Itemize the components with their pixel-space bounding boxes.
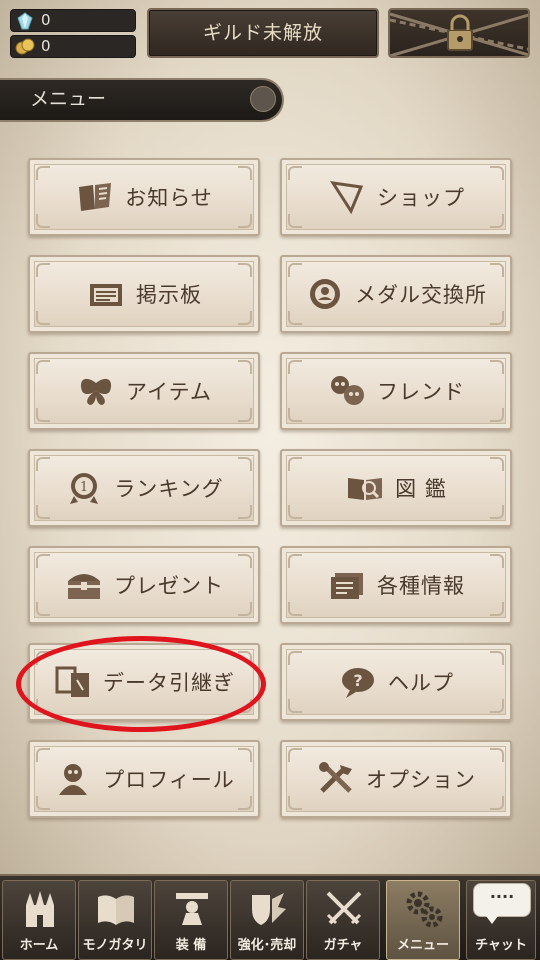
menu-button-friends[interactable]: フレンド	[280, 352, 512, 430]
menu-button-label: お知らせ	[125, 186, 213, 210]
crossed-swords-icon	[326, 891, 362, 925]
chat-label: チャット	[475, 938, 527, 953]
menu-button-news[interactable]: お知らせ	[28, 158, 260, 236]
menu-button-label: 図 鑑	[395, 477, 447, 501]
friends-icon	[331, 376, 364, 405]
menu-button-label: ランキング	[114, 477, 224, 501]
help-icon: ?	[342, 668, 374, 698]
ranking-icon: 1	[70, 473, 99, 504]
menu-button-options[interactable]: オプション	[280, 740, 512, 818]
nav-label: ホーム	[19, 938, 59, 953]
nav-item-gacha[interactable]: ガチャ	[306, 880, 380, 960]
menu-button-label: ヘルプ	[388, 671, 454, 695]
top-bar: 0 0 ギルド未解放	[0, 0, 540, 70]
gem-count: 0	[41, 11, 51, 29]
menu-button-label: プロフィール	[103, 768, 235, 792]
nav-label: ガチャ	[323, 938, 363, 953]
svg-text:1: 1	[80, 480, 88, 495]
castle-icon	[26, 891, 54, 927]
shop-icon	[329, 181, 364, 215]
menu-button-info[interactable]: 各種情報	[280, 546, 512, 624]
menu-button-label: プレゼント	[114, 574, 224, 598]
nav-item-home[interactable]: ホーム	[2, 880, 76, 960]
nav-label: モノガタリ	[82, 938, 148, 953]
nav-label: 強化･売却	[237, 938, 297, 953]
coin-counter: 0	[10, 35, 136, 58]
gem-counter: 0	[10, 9, 136, 32]
menu-button-label: アイテム	[126, 380, 212, 404]
enhance-sell-icon	[252, 893, 286, 925]
chat-button[interactable]: ···· チャット	[466, 880, 536, 960]
menu-button-label: データ引継ぎ	[103, 671, 235, 695]
news-icon	[79, 183, 112, 211]
menu-button-label: フレンド	[377, 380, 465, 404]
menu-button-label: オプション	[366, 768, 476, 792]
menu-button-help[interactable]: ? ヘルプ	[280, 643, 512, 721]
nav-item-equipment[interactable]: 装 備	[154, 880, 228, 960]
menu-button-label: ショップ	[377, 186, 465, 210]
coins-icon	[15, 38, 35, 55]
bottom-navigation: ホーム モノガタリ 装 備 強化･売却 ガチャ メニュー ···· チャット	[0, 874, 540, 960]
svg-text:?: ?	[353, 671, 362, 690]
options-tools-icon	[319, 762, 352, 793]
equipment-icon	[176, 893, 208, 925]
menu-header-title: メニュー	[30, 88, 107, 110]
info-icon	[331, 573, 363, 599]
locked-feature-button[interactable]	[388, 8, 530, 58]
menu-header: メニュー	[0, 78, 284, 122]
menu-button-present[interactable]: プレゼント	[28, 546, 260, 624]
menu-button-medal-exchange[interactable]: メダル交換所	[280, 255, 512, 333]
menu-button-profile[interactable]: プロフィール	[28, 740, 260, 818]
menu-button-data-transfer[interactable]: データ引継ぎ	[28, 643, 260, 721]
padlock-chains-icon	[390, 12, 528, 56]
butterfly-icon	[80, 378, 112, 405]
menu-button-encyclopedia[interactable]: 図 鑑	[280, 449, 512, 527]
encyclopedia-icon	[348, 478, 383, 500]
nav-item-enhance-sell[interactable]: 強化･売却	[230, 880, 304, 960]
nav-label: 装 備	[175, 938, 207, 953]
medal-exchange-icon	[310, 279, 340, 309]
menu-button-shop[interactable]: ショップ	[280, 158, 512, 236]
book-icon	[98, 895, 134, 925]
menu-button-label: 掲示板	[136, 283, 202, 307]
crystal-icon	[17, 12, 33, 30]
profile-icon	[59, 764, 88, 795]
menu-button-board[interactable]: 掲示板	[28, 255, 260, 333]
menu-button-ranking[interactable]: 1 ランキング	[28, 449, 260, 527]
sort-toggle-icon[interactable]	[250, 86, 276, 112]
coin-count: 0	[41, 37, 51, 55]
data-transfer-icon	[55, 666, 89, 697]
gears-icon	[406, 891, 443, 928]
present-chest-icon	[68, 574, 100, 599]
menu-button-items[interactable]: アイテム	[28, 352, 260, 430]
nav-item-menu[interactable]: メニュー	[386, 880, 460, 960]
menu-button-label: 各種情報	[377, 574, 465, 598]
nav-item-story[interactable]: モノガタリ	[78, 880, 152, 960]
nav-label: メニュー	[396, 938, 449, 953]
guild-button[interactable]: ギルド未解放	[147, 8, 379, 58]
menu-button-label: メダル交換所	[355, 283, 487, 307]
board-icon	[90, 284, 122, 306]
chat-bubble-icon: ····	[473, 883, 531, 924]
